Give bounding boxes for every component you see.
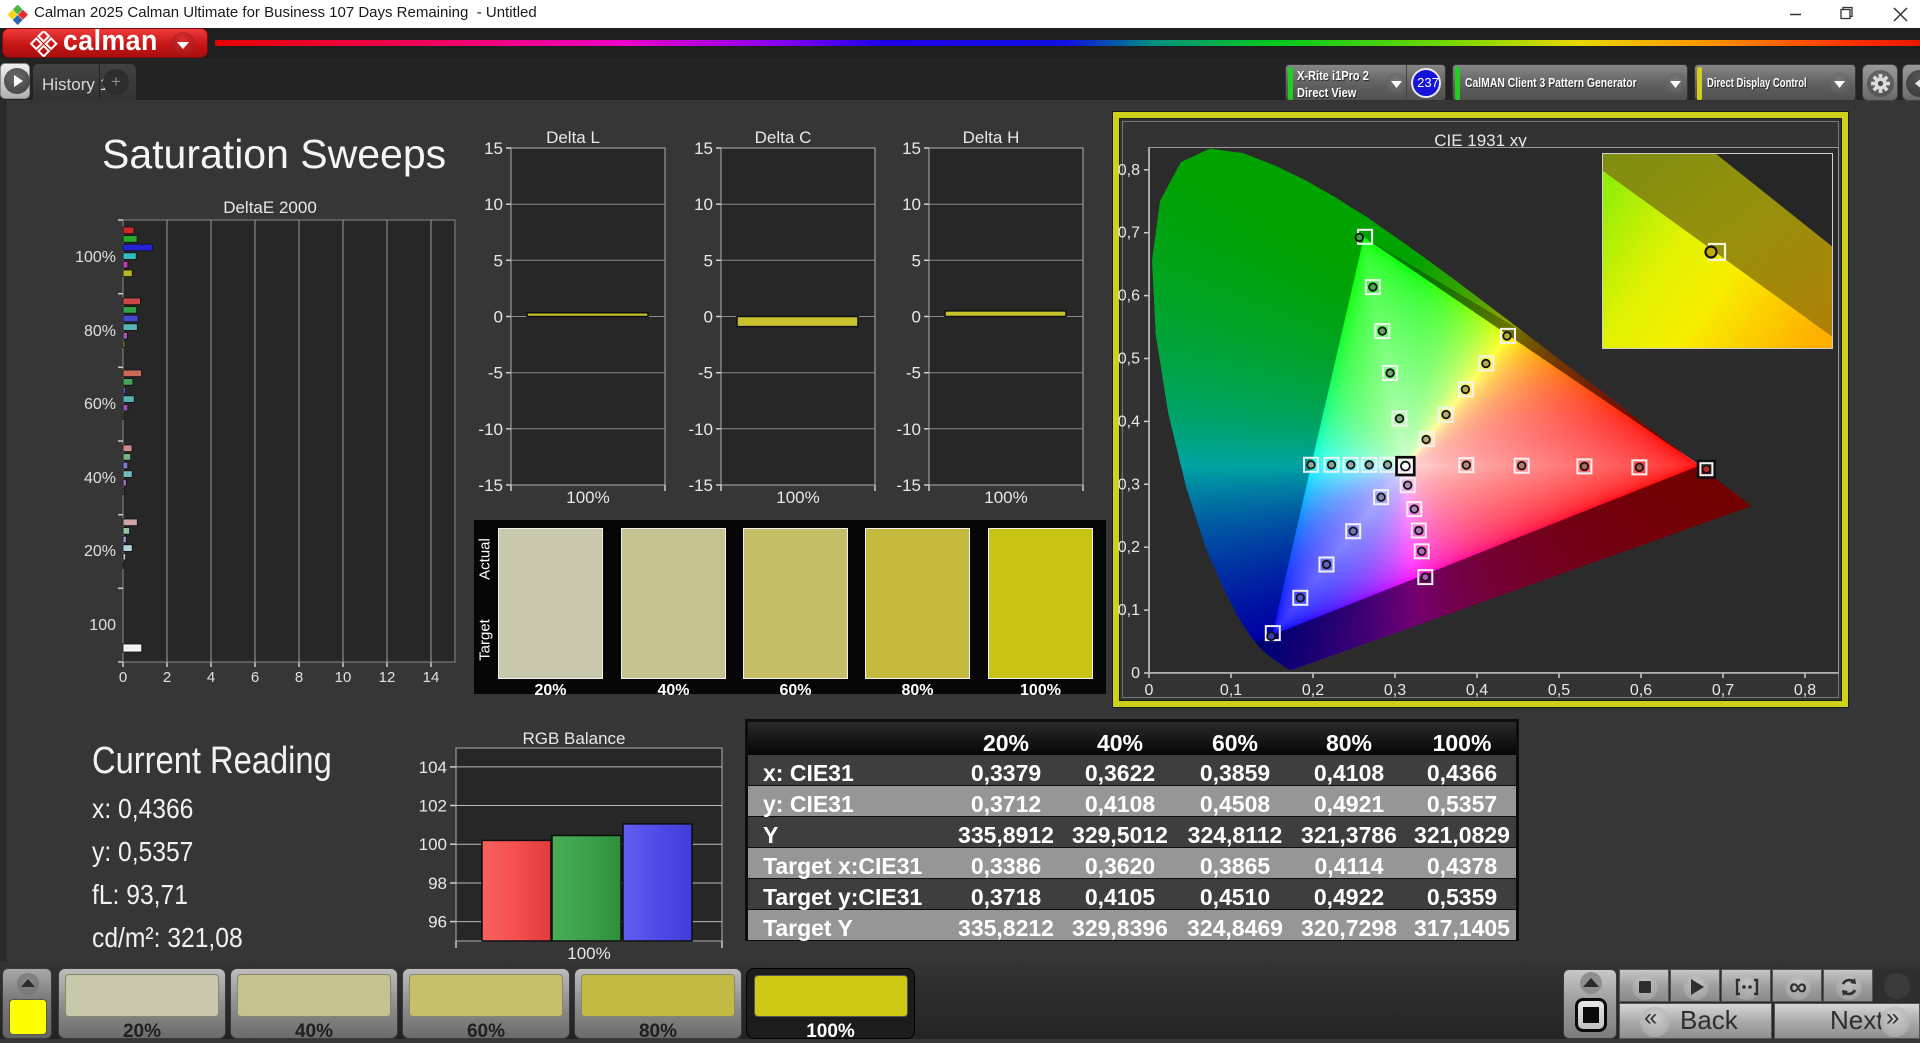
svg-text:0,7: 0,7 — [1712, 682, 1734, 699]
svg-text:100%: 100% — [567, 944, 610, 963]
svg-text:0,4: 0,4 — [1118, 413, 1140, 430]
svg-text:0: 0 — [1145, 682, 1154, 699]
svg-text:98: 98 — [428, 874, 447, 893]
svg-text:-15: -15 — [896, 476, 921, 495]
svg-text:-5: -5 — [698, 364, 713, 383]
svg-text:100%: 100% — [776, 488, 819, 507]
svg-text:100%: 100% — [984, 488, 1027, 507]
svg-text:15: 15 — [902, 139, 921, 158]
svg-text:-10: -10 — [478, 420, 503, 439]
svg-text:Delta H: Delta H — [963, 128, 1020, 147]
svg-text:80%: 80% — [84, 323, 116, 340]
svg-text:0,7: 0,7 — [1118, 225, 1140, 242]
svg-text:96: 96 — [428, 913, 447, 932]
svg-text:0,1: 0,1 — [1118, 602, 1140, 619]
svg-text:∞: ∞ — [1789, 973, 1807, 1001]
svg-text:15: 15 — [694, 139, 713, 158]
svg-text:0: 0 — [494, 308, 503, 327]
svg-text:100: 100 — [419, 835, 447, 854]
svg-text:0: 0 — [1131, 665, 1140, 682]
svg-text:0,2: 0,2 — [1302, 682, 1324, 699]
svg-text:5: 5 — [494, 251, 503, 270]
svg-text:0,5: 0,5 — [1118, 351, 1140, 368]
svg-text:0,8: 0,8 — [1118, 162, 1140, 179]
svg-text:0,5: 0,5 — [1548, 682, 1570, 699]
svg-text:100%: 100% — [75, 249, 116, 266]
svg-text:Delta L: Delta L — [546, 128, 600, 147]
svg-text:0: 0 — [912, 308, 921, 327]
svg-text:10: 10 — [694, 195, 713, 214]
svg-text:6: 6 — [251, 669, 259, 686]
svg-text:0,4: 0,4 — [1466, 682, 1488, 699]
svg-text:100%: 100% — [566, 488, 609, 507]
svg-text:0,6: 0,6 — [1630, 682, 1652, 699]
svg-text:2: 2 — [163, 669, 171, 686]
svg-text:4: 4 — [207, 669, 215, 686]
svg-text:15: 15 — [484, 139, 503, 158]
svg-text:8: 8 — [295, 669, 303, 686]
svg-text:-5: -5 — [488, 364, 503, 383]
svg-text:100: 100 — [89, 617, 116, 634]
svg-text:-5: -5 — [906, 364, 921, 383]
svg-text:0,2: 0,2 — [1118, 539, 1140, 556]
svg-text:14: 14 — [423, 669, 440, 686]
svg-text:RGB Balance: RGB Balance — [523, 729, 626, 748]
svg-text:0: 0 — [704, 308, 713, 327]
svg-text:0,3: 0,3 — [1118, 476, 1140, 493]
svg-text:10: 10 — [335, 669, 352, 686]
svg-text:-15: -15 — [688, 476, 713, 495]
svg-text:20%: 20% — [84, 543, 116, 560]
svg-text:0,8: 0,8 — [1794, 682, 1816, 699]
svg-text:104: 104 — [419, 758, 447, 777]
svg-text:Delta C: Delta C — [755, 128, 812, 147]
svg-text:5: 5 — [704, 251, 713, 270]
svg-text:0,3: 0,3 — [1384, 682, 1406, 699]
svg-text:0: 0 — [119, 669, 127, 686]
svg-text:102: 102 — [419, 797, 447, 816]
svg-text:5: 5 — [912, 251, 921, 270]
svg-text:40%: 40% — [84, 470, 116, 487]
svg-text:-10: -10 — [896, 420, 921, 439]
svg-text:-10: -10 — [688, 420, 713, 439]
svg-text:60%: 60% — [84, 396, 116, 413]
svg-text:10: 10 — [484, 195, 503, 214]
svg-text:DeltaE 2000: DeltaE 2000 — [223, 198, 317, 217]
svg-text:0,6: 0,6 — [1118, 288, 1140, 305]
svg-text:10: 10 — [902, 195, 921, 214]
svg-text:12: 12 — [379, 669, 396, 686]
svg-text:-15: -15 — [478, 476, 503, 495]
svg-text:0,1: 0,1 — [1220, 682, 1242, 699]
